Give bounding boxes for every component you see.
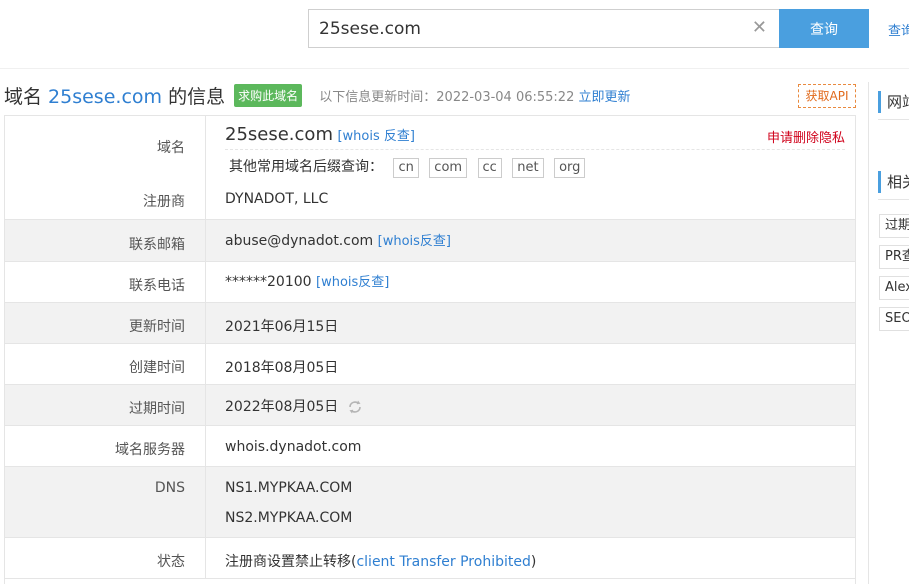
title-row: 域名 25sese.com 的信息 求购此域名 以下信息更新时间：2022-03… (4, 82, 631, 110)
suffix-com[interactable]: com (429, 158, 468, 178)
top-query-link[interactable]: 查询 (888, 20, 909, 39)
table-row-expires: 过期时间 2022年08月05日 (5, 385, 855, 426)
table-row-status: 状态 注册商设置禁止转移(client Transfer Prohibited) (5, 538, 855, 579)
search-input[interactable] (319, 10, 739, 47)
created-value: 2018年08月05日 (225, 360, 339, 376)
server-value: whois.dynadot.com (225, 439, 362, 455)
table-row-email: 联系邮箱 abuse@dynadot.com [whois反查] (5, 220, 855, 262)
right-sidebar: 网站 相关 过期 PR查 Alex SEO (868, 82, 909, 584)
suffix-cn[interactable]: cn (393, 158, 419, 178)
table-row-phone: 联系电话 ******20100 [whois反查] (5, 262, 855, 303)
expires-value-wrap: 2022年08月05日 (225, 396, 363, 416)
get-api-button[interactable]: 获取API (798, 84, 856, 108)
email-value: abuse@dynadot.com (225, 233, 374, 249)
phone-label: 联系电话 (129, 278, 185, 294)
dns-value-2: NS2.MYPKAA.COM (225, 510, 353, 526)
domain-label: 域名 (157, 140, 185, 156)
phone-whois-link[interactable]: [whois反查] (316, 275, 389, 290)
registrar-value: DYNADOT, LLC (225, 191, 329, 207)
created-label: 创建时间 (129, 360, 185, 376)
table-row-domain: 域名 25sese.com [whois 反查] 申请删除隐私 其他常用域名后缀… (5, 116, 855, 220)
email-value-wrap: abuse@dynadot.com [whois反查] (225, 230, 451, 249)
sidebar-item-pr[interactable]: PR查 (879, 245, 909, 269)
registrar-label: 注册商 (143, 194, 185, 210)
sidebar-item-expired[interactable]: 过期 (879, 214, 909, 238)
dns-value-1: NS1.MYPKAA.COM (225, 480, 353, 496)
domain-value-wrap: 25sese.com [whois 反查] (225, 124, 415, 145)
update-info: 以下信息更新时间：2022-03-04 06:55:22 立即更新 (319, 90, 631, 105)
status-link[interactable]: client Transfer Prohibited (356, 554, 530, 570)
suffix-prompt: 其他常用域名后缀查询： (229, 159, 383, 175)
table-row-server: 域名服务器 whois.dynadot.com (5, 426, 855, 467)
email-whois-link[interactable]: [whois反查] (378, 234, 451, 249)
dns-label: DNS (154, 480, 185, 496)
whois-table: 域名 25sese.com [whois 反查] 申请删除隐私 其他常用域名后缀… (4, 115, 856, 584)
title-domain: 25sese.com (48, 86, 163, 108)
email-label: 联系邮箱 (129, 237, 185, 253)
clear-icon[interactable]: ✕ (752, 18, 767, 38)
sidebar-item-seo[interactable]: SEO (879, 307, 909, 331)
phone-value: ******20100 (225, 274, 312, 290)
domain-whois-link[interactable]: [whois 反查] (337, 129, 415, 144)
table-row-created: 创建时间 2018年08月05日 (5, 344, 855, 385)
search-button[interactable]: 查询 (779, 9, 869, 48)
suffix-net[interactable]: net (512, 158, 544, 178)
suffix-org[interactable]: org (554, 158, 586, 178)
server-label: 域名服务器 (115, 442, 185, 458)
search-box: ✕ (308, 9, 780, 48)
phone-value-wrap: ******20100 [whois反查] (225, 271, 389, 290)
update-now-link[interactable]: 立即更新 (579, 90, 631, 105)
table-row-dns: DNS NS1.MYPKAA.COM NS2.MYPKAA.COM (5, 467, 855, 538)
suffix-cc[interactable]: cc (477, 158, 502, 178)
expires-label: 过期时间 (129, 401, 185, 417)
top-divider (0, 68, 909, 69)
privacy-delete-link[interactable]: 申请删除隐私 (767, 127, 845, 146)
suffix-row: 其他常用域名后缀查询： cn com cc net org (229, 156, 586, 178)
sidebar-item-alexa[interactable]: Alex (879, 276, 909, 300)
expires-value: 2022年08月05日 (225, 399, 339, 415)
buy-domain-button[interactable]: 求购此域名 (234, 84, 303, 107)
page-title: 域名 25sese.com 的信息 (4, 86, 226, 108)
updated-value: 2021年06月15日 (225, 319, 339, 335)
updated-label: 更新时间 (129, 319, 185, 335)
refresh-icon[interactable] (347, 399, 363, 415)
sidebar-head-site: 网站 (878, 91, 909, 113)
status-value: 注册商设置禁止转移(client Transfer Prohibited) (225, 554, 537, 570)
status-label: 状态 (157, 554, 185, 570)
domain-value: 25sese.com (225, 124, 333, 145)
sidebar-head-related: 相关 (878, 171, 909, 193)
table-row-updated: 更新时间 2021年06月15日 (5, 303, 855, 344)
